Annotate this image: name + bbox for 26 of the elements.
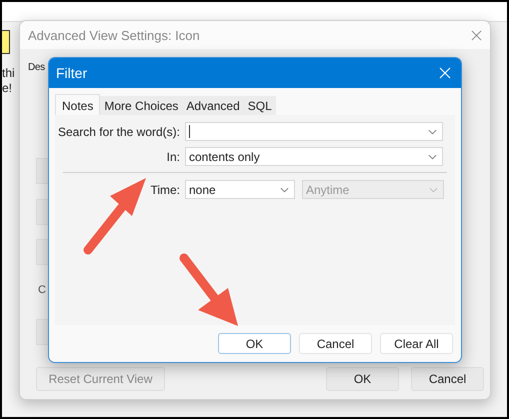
tab[interactable]: More Choices [100,96,182,115]
close-icon[interactable] [471,30,482,40]
window-title: Advanced View Settings: Icon [28,28,200,42]
window-title: Filter [56,65,88,81]
dialog-button[interactable]: Cancel [299,333,372,354]
background-text: e! [2,81,12,95]
row-label: C [38,284,46,296]
chevron-icon [428,128,437,134]
tab[interactable]: Notes [55,94,100,116]
field-label: Search for the word(s): [56,124,180,138]
time-combo[interactable]: none [185,180,295,199]
tab[interactable]: Advanced [182,96,244,115]
chevron-icon [428,154,437,160]
dialog-button[interactable]: OK [326,367,399,391]
section-label: Des [28,62,45,73]
chevron-icon [280,186,289,192]
tab[interactable]: SQL [244,96,276,115]
dialog-button[interactable]: OK [218,333,291,354]
background-text: thi [2,66,15,80]
in-combo[interactable]: contents only [185,147,443,166]
sticky-note [2,30,10,54]
field-label: In: [166,150,180,164]
dialog-button[interactable]: Clear All [380,333,453,354]
field-label: Time: [149,182,180,196]
dialog-button[interactable]: Cancel [411,367,484,391]
chevron-icon [429,186,438,192]
